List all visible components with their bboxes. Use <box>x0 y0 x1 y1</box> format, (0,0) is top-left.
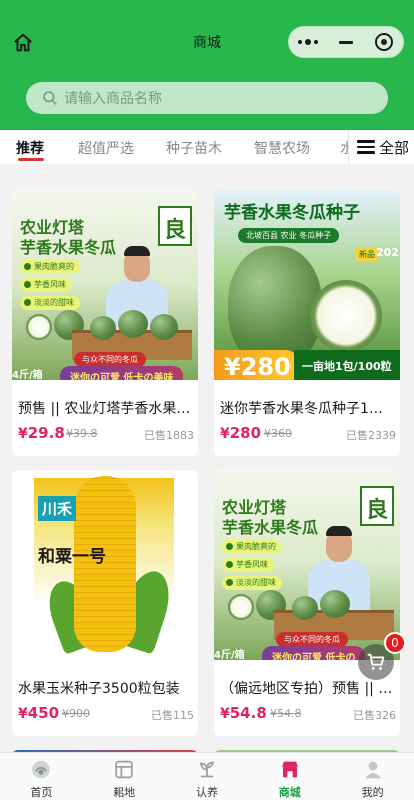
search-icon <box>43 91 57 105</box>
nav-shop[interactable]: 商城 <box>248 753 331 800</box>
menu-icon <box>357 137 375 157</box>
poster-corner-label: 4斤/箱 <box>214 650 245 660</box>
sold-count: 已售115 <box>151 709 194 722</box>
poster-headline: 农业灯塔 <box>222 498 287 517</box>
brand-logo: 良 <box>360 486 394 526</box>
cart-count-badge: 0 <box>384 632 406 654</box>
original-price: ¥54.8 <box>270 707 302 720</box>
poster-tag: 新品 <box>356 248 378 261</box>
original-price: ¥39.8 <box>66 427 98 440</box>
tab-seeds-seedlings[interactable]: 种子苗木 <box>166 138 222 158</box>
poster-corner-label: 4斤/箱 <box>12 370 43 380</box>
product-price: ¥54.8 <box>220 704 267 722</box>
minimize-button[interactable] <box>327 27 365 57</box>
poster-variety: 和粟一号 <box>38 547 106 567</box>
poster-bar-text: 一亩地1包/100粒 <box>294 350 400 380</box>
search-placeholder: 请输入商品名称 <box>64 91 162 107</box>
product-title: 预售 || 农业灯塔芋香水果冬瓜种子 <box>18 401 192 417</box>
poster-subheadline: 芋香水果冬瓜 <box>20 238 117 257</box>
product-image: 芋香水果冬瓜种子 北坡百县 农业 冬瓜种子 新品 2025 ¥280 一亩地1包… <box>214 190 400 380</box>
miniprogram-capsule <box>288 26 404 58</box>
adopt-icon <box>199 761 215 778</box>
poster-brand: 川禾 <box>38 496 77 521</box>
product-price: ¥29.8 <box>18 424 65 442</box>
poster-subtitle: 北坡百县 农业 冬瓜种子 <box>238 228 340 243</box>
product-card[interactable]: 农业灯塔 芋香水果冬瓜 良 果肉脆爽的 芋香风味 淡淡的甜味 与众不同的冬瓜 迷… <box>214 470 400 736</box>
bottom-tab-bar: 首页 耜地 认养 商城 我的 <box>0 752 414 800</box>
minus-icon <box>339 40 353 44</box>
sold-count: 已售1883 <box>144 429 194 442</box>
product-price: ¥280 <box>220 424 262 442</box>
header: 商城 请输入商品名称 <box>0 0 414 130</box>
nav-profile[interactable]: 我的 <box>331 753 414 800</box>
poster-headline: 芋香水果冬瓜种子 <box>224 203 360 223</box>
price-row: ¥280 ¥360 已售2339 <box>220 424 396 444</box>
original-price: ¥360 <box>264 427 292 440</box>
product-price: ¥450 <box>18 704 60 722</box>
shop-icon <box>281 761 298 778</box>
poster-bullet: 果肉脆爽的 <box>20 260 80 274</box>
poster-bullet: 果肉脆爽的 <box>222 540 282 554</box>
poster-red-banner: 与众不同的冬瓜 <box>74 352 146 367</box>
user-icon <box>364 761 381 779</box>
close-miniprogram-button[interactable] <box>365 27 403 57</box>
active-tab-indicator <box>18 158 44 161</box>
nav-field[interactable]: 耜地 <box>83 753 166 800</box>
product-card[interactable]: 农业灯塔 芋香水果冬瓜 良 果肉脆爽的 芋香风味 淡淡的甜味 与众不同的冬瓜 迷… <box>12 190 198 456</box>
nav-adopt[interactable]: 认养 <box>166 753 249 800</box>
poster-bullet: 芋香风味 <box>20 278 72 292</box>
poster-headline: 农业灯塔 <box>20 218 85 237</box>
poster-bullet: 淡淡的甜味 <box>222 576 282 590</box>
poster-bottom-banner: 迷你の可爱 低卡の <box>262 646 366 660</box>
poster-bullet: 芋香风味 <box>222 558 274 572</box>
product-card[interactable]: 川禾 和粟一号 水果玉米种子3500粒包装 ¥450 ¥900 已售115 <box>12 470 198 736</box>
price-row: ¥29.8 ¥39.8 已售1883 <box>18 424 194 444</box>
price-row: ¥450 ¥900 已售115 <box>18 704 194 724</box>
cart-icon <box>367 653 385 670</box>
tab-recommend[interactable]: 推荐 <box>16 138 44 158</box>
brand-logo: 良 <box>158 206 192 246</box>
target-icon <box>375 33 393 51</box>
field-icon <box>115 760 133 779</box>
poster-bullet: 淡淡的甜味 <box>20 296 80 310</box>
tab-smart-farm[interactable]: 智慧农场 <box>254 138 310 158</box>
poster-subheadline: 芋香水果冬瓜 <box>222 518 319 537</box>
product-image: 农业灯塔 芋香水果冬瓜 良 果肉脆爽的 芋香风味 淡淡的甜味 与众不同的冬瓜 迷… <box>214 470 400 660</box>
poster-red-banner: 与众不同的冬瓜 <box>276 632 348 647</box>
product-title: （偏远地区专拍）预售 || 农业灯塔芋香水果冬瓜 <box>220 681 394 697</box>
product-title: 迷你芋香水果冬瓜种子1包/100粒 <box>220 401 394 417</box>
original-price: ¥900 <box>62 707 90 720</box>
all-categories-button[interactable]: 全部 <box>348 130 414 164</box>
product-title: 水果玉米种子3500粒包装 <box>18 681 180 697</box>
poster-price-badge: ¥280 <box>214 350 301 380</box>
tab-value-picks[interactable]: 超值严选 <box>78 138 134 158</box>
more-dots-icon <box>298 39 318 45</box>
poster-bottom-banner: 迷你の可爱 低卡の美味 <box>60 366 184 380</box>
all-categories-label: 全部 <box>379 138 410 157</box>
search-input[interactable]: 请输入商品名称 <box>26 82 388 114</box>
home-icon <box>32 760 51 779</box>
product-image: 川禾 和粟一号 <box>12 470 198 660</box>
price-row: ¥54.8 ¥54.8 已售326 <box>220 704 396 724</box>
product-card[interactable]: 芋香水果冬瓜种子 北坡百县 农业 冬瓜种子 新品 2025 ¥280 一亩地1包… <box>214 190 400 456</box>
nav-bar: 商城 <box>0 0 414 84</box>
nav-home[interactable]: 首页 <box>0 753 83 800</box>
more-button[interactable] <box>289 27 327 57</box>
sold-count: 已售2339 <box>346 429 396 442</box>
sold-count: 已售326 <box>353 709 396 722</box>
product-image: 农业灯塔 芋香水果冬瓜 良 果肉脆爽的 芋香风味 淡淡的甜味 与众不同的冬瓜 迷… <box>12 190 198 380</box>
poster-year: 2025 <box>376 246 400 259</box>
